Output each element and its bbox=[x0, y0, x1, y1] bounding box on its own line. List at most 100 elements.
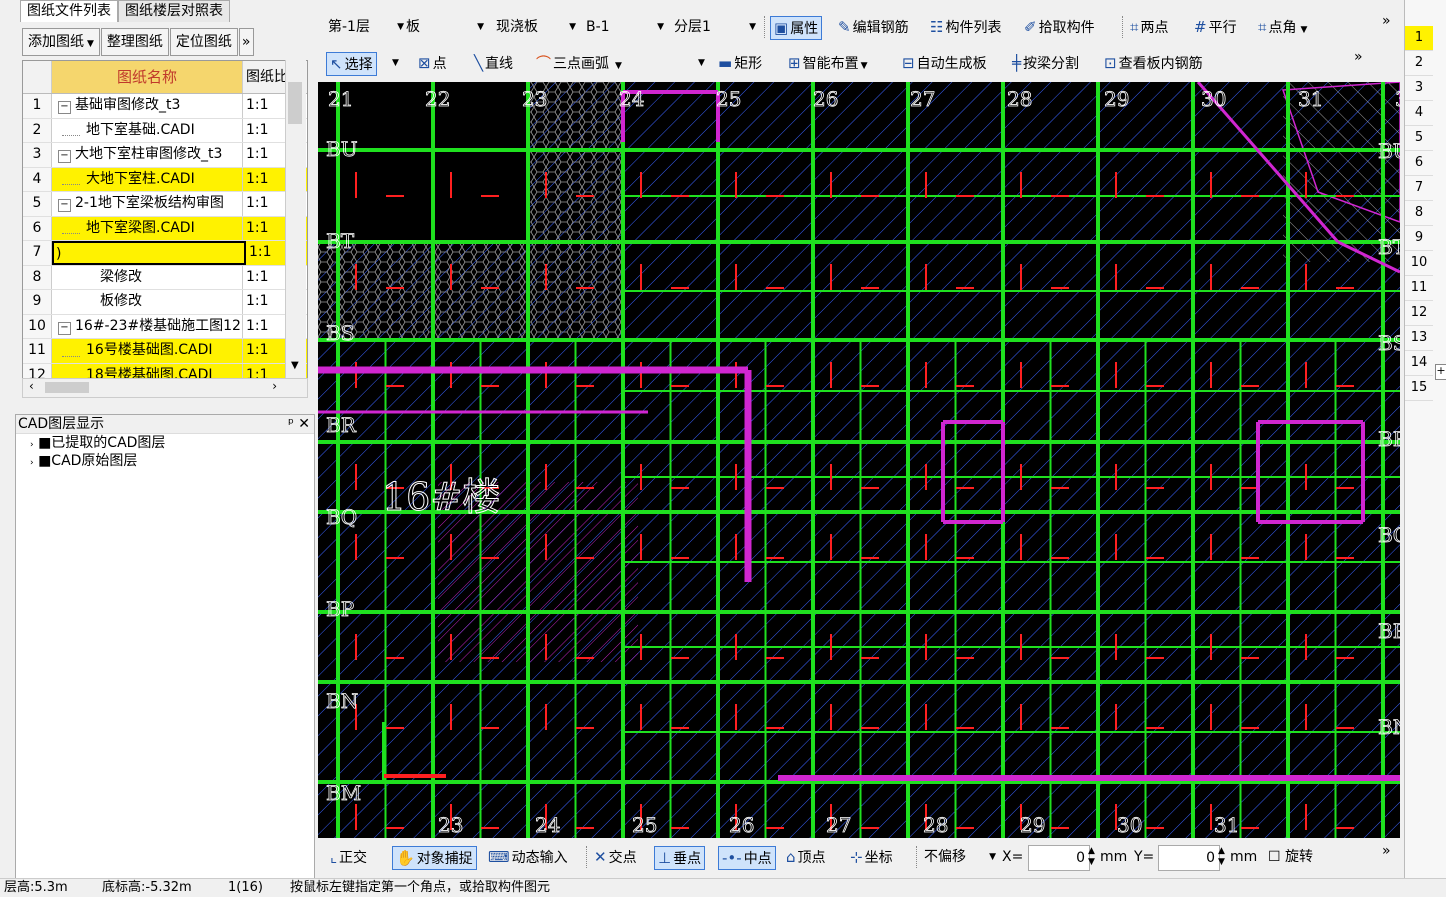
table-row[interactable]: 3− 大地下室柱审图修改_t3 1:1 bbox=[23, 143, 307, 168]
row-index[interactable]: 11 bbox=[1405, 276, 1433, 301]
row-index[interactable]: 7 bbox=[1405, 176, 1433, 201]
organize-drawing-button[interactable]: 整理图纸 bbox=[100, 28, 169, 56]
table-row[interactable]: 7) 1:1 bbox=[23, 241, 307, 266]
checkbox-icon[interactable]: ■ bbox=[38, 435, 51, 451]
intersection-snap-button[interactable]: ✕ 交点 bbox=[594, 846, 637, 868]
checkbox-icon[interactable]: ☐ bbox=[1268, 849, 1281, 865]
expand-icon[interactable]: › bbox=[30, 458, 34, 468]
pick-component-button[interactable]: ✐ 拾取构件 bbox=[1024, 16, 1095, 38]
midpoint-snap-button[interactable]: -•- 中点 bbox=[718, 846, 776, 870]
tab-floor-mapping[interactable]: 图纸楼层对照表 bbox=[118, 0, 230, 22]
row-index[interactable]: 2 bbox=[1405, 51, 1433, 76]
grid-horizontal-scrollbar[interactable]: ‹ › bbox=[22, 378, 308, 398]
locate-drawing-button[interactable]: 定位图纸 bbox=[169, 28, 238, 56]
row-index[interactable]: 9 bbox=[1405, 226, 1433, 251]
row-name-cell[interactable]: 板修改 bbox=[52, 290, 243, 314]
perpendicular-snap-button[interactable]: ⊥ 垂点 bbox=[654, 846, 706, 870]
row-name-cell[interactable]: 大地下室柱.CADI bbox=[52, 167, 243, 191]
row-index[interactable]: 14 bbox=[1405, 351, 1433, 376]
row-name-cell[interactable]: 梁修改 bbox=[52, 265, 243, 289]
row-index[interactable]: 10 bbox=[1405, 251, 1433, 276]
close-icon[interactable]: ✕ bbox=[298, 415, 310, 433]
shape-dropdown[interactable]: ▼ bbox=[698, 52, 705, 74]
collapse-icon[interactable]: − bbox=[58, 150, 71, 163]
object-snap-button[interactable]: ✋ 对象捕捉 bbox=[392, 846, 477, 870]
row-name-cell[interactable]: − 大地下室柱审图修改_t3 bbox=[52, 143, 243, 167]
row-name-cell[interactable]: 地下室梁图.CADI bbox=[52, 216, 243, 240]
row-index[interactable]: 5 bbox=[1405, 126, 1433, 151]
component-name-select[interactable]: B-1 ▼ bbox=[586, 16, 666, 38]
auto-generate-slab-button[interactable]: ⊟ 自动生成板 bbox=[902, 52, 987, 74]
table-row[interactable]: 11 16号楼基础图.CADI 1:1 bbox=[23, 339, 307, 364]
collapse-icon[interactable]: − bbox=[58, 101, 71, 114]
hscroll-thumb[interactable] bbox=[45, 382, 89, 393]
cad-canvas[interactable]: 21 22 23 24 25 26 27 28 29 30 31 32 BU BT BS BR BQ BP BN BM… bbox=[318, 82, 1400, 838]
row-index[interactable]: 1 bbox=[1405, 26, 1433, 51]
pin-icon[interactable]: ᵖ bbox=[288, 415, 294, 433]
collapse-icon[interactable]: − bbox=[58, 321, 71, 335]
collapse-icon[interactable]: − bbox=[58, 199, 71, 212]
two-point-button[interactable]: ⌗ 两点 bbox=[1130, 16, 1168, 38]
table-row[interactable]: 2 地下室基础.CADI 1:1 bbox=[23, 118, 307, 143]
more-button[interactable]: » bbox=[238, 28, 254, 56]
table-row[interactable]: 8 梁修改 1:1 bbox=[23, 265, 307, 290]
select-dropdown[interactable]: ▼ bbox=[392, 52, 399, 74]
coordinate-snap-button[interactable]: ⊹ 坐标 bbox=[850, 846, 893, 868]
table-row[interactable]: 10−16#-23#楼基础施工图12 1:1 bbox=[23, 314, 307, 339]
ortho-button[interactable]: ⌞ 正交 bbox=[330, 846, 367, 868]
y-input[interactable]: 0 bbox=[1158, 845, 1220, 871]
smart-layout-button[interactable]: ⊞ 智能布置 ▼ bbox=[788, 52, 868, 74]
row-index[interactable]: 8 bbox=[1405, 201, 1433, 226]
offset-select[interactable]: 不偏移 ▼ bbox=[924, 846, 998, 868]
scroll-down-icon[interactable]: ▼ bbox=[291, 360, 299, 371]
scroll-right-icon[interactable]: › bbox=[272, 379, 277, 393]
x-input[interactable]: 0 bbox=[1028, 845, 1090, 871]
row-index[interactable]: 6 bbox=[1405, 151, 1433, 176]
scroll-thumb[interactable] bbox=[288, 82, 302, 124]
toolbar2-more-button[interactable]: » bbox=[1354, 46, 1363, 68]
add-drawing-button[interactable]: 添加图纸 ▼ bbox=[22, 28, 100, 56]
point-button[interactable]: ⊠ 点 bbox=[418, 52, 447, 74]
row-name-cell[interactable]: ) bbox=[52, 241, 246, 265]
type-select[interactable]: 板 ▼ bbox=[406, 16, 486, 38]
cad-drawing[interactable]: 21 22 23 24 25 26 27 28 29 30 31 32 BU BT BS BR BQ BP BN BM… bbox=[318, 82, 1400, 838]
table-row[interactable]: 5−2-1地下室梁板结构审图 1:1 bbox=[23, 192, 307, 217]
expand-plus-button[interactable]: + bbox=[1435, 364, 1446, 380]
row-index[interactable]: 4 bbox=[1405, 101, 1433, 126]
vertex-snap-button[interactable]: ⌂ 顶点 bbox=[786, 846, 826, 868]
view-slab-rebar-button[interactable]: ⊡ 查看板内钢筋 bbox=[1104, 52, 1203, 74]
row-name-cell[interactable]: − 基础审图修改_t3 bbox=[52, 94, 243, 118]
select-button[interactable]: ↖ 选择 bbox=[326, 52, 377, 76]
row-index[interactable]: 3 bbox=[1405, 76, 1433, 101]
grid-vertical-scrollbar[interactable]: ▼ bbox=[285, 60, 306, 378]
properties-button[interactable]: ▣ 属性 bbox=[770, 16, 823, 40]
expand-icon[interactable]: › bbox=[30, 440, 34, 450]
tab-drawing-list[interactable]: 图纸文件列表 bbox=[20, 0, 118, 22]
row-name-cell[interactable]: −16#-23#楼基础施工图12 bbox=[52, 314, 243, 338]
table-row[interactable]: 9 板修改 1:1 bbox=[23, 290, 307, 315]
row-name-cell[interactable]: −2-1地下室梁板结构审图 bbox=[52, 192, 243, 216]
table-row[interactable]: 4 大地下室柱.CADI 1:1 bbox=[23, 167, 307, 192]
arc-button[interactable]: ⌒ 三点画弧 ▼ bbox=[536, 52, 622, 74]
floor-select[interactable]: 第-1层 ▼ bbox=[328, 16, 406, 38]
row-name-cell[interactable]: 地下室基础.CADI bbox=[52, 118, 243, 142]
rotate-checkbox[interactable]: ☐ 旋转 bbox=[1268, 846, 1313, 868]
y-spinner[interactable]: ▲ ▼ bbox=[1218, 846, 1225, 868]
component-list-button[interactable]: ☷ 构件列表 bbox=[930, 16, 1001, 38]
layer-select[interactable]: 分层1 ▼ bbox=[674, 16, 758, 38]
parallel-button[interactable]: # 平行 bbox=[1194, 16, 1237, 38]
point-angle-button[interactable]: ⌗ 点角 ▼ bbox=[1258, 16, 1307, 38]
table-row[interactable]: 1− 基础审图修改_t3 1:1 bbox=[23, 94, 307, 119]
checkbox-icon[interactable]: ■ bbox=[38, 453, 51, 469]
column-header-name[interactable]: 图纸名称 bbox=[52, 61, 243, 93]
layer-item-extracted[interactable]: › ■已提取的CAD图层 bbox=[16, 434, 314, 452]
row-index[interactable]: 12 bbox=[1405, 301, 1433, 326]
subtype-select[interactable]: 现浇板 ▼ bbox=[496, 16, 578, 38]
row-index[interactable]: 15 bbox=[1405, 376, 1433, 401]
layer-item-original[interactable]: › ■CAD原始图层 bbox=[16, 452, 314, 470]
toolbar-more-button[interactable]: » bbox=[1382, 10, 1391, 32]
row-index[interactable]: 13 bbox=[1405, 326, 1433, 351]
edit-rebar-button[interactable]: ✎ 编辑钢筋 bbox=[838, 16, 909, 38]
dynamic-input-button[interactable]: ⌨ 动态输入 bbox=[488, 846, 568, 868]
scroll-left-icon[interactable]: ‹ bbox=[29, 379, 34, 393]
